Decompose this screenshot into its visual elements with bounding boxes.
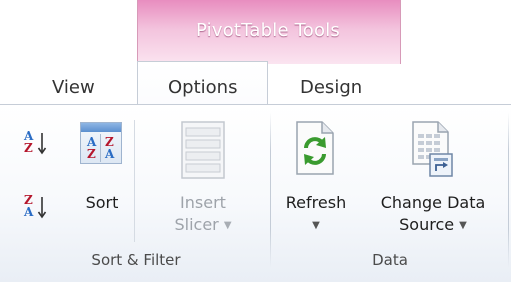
change-data-source-button[interactable]: Change Data Source ▼ — [360, 120, 506, 250]
group-separator — [270, 112, 271, 268]
group-separator — [508, 112, 509, 268]
sort-button[interactable]: A Z Z A Sort — [72, 120, 132, 220]
pivottable-tools-title: PivotTable Tools — [196, 20, 340, 41]
group-label-sort-filter: Sort & Filter — [91, 251, 181, 269]
change-data-source-icon — [412, 121, 453, 177]
sort-a-to-z-button[interactable]: A Z — [22, 126, 52, 160]
sort-z-to-a-icon: Z A — [24, 193, 34, 219]
group-label-data: Data — [372, 251, 408, 269]
dropdown-arrow-icon: ▼ — [312, 220, 320, 231]
refresh-icon — [296, 121, 334, 175]
sort-a-to-z-icon: A Z — [24, 129, 34, 155]
tab-design[interactable]: Design — [300, 77, 362, 98]
change-data-source-label: Change Data Source ▼ — [380, 193, 486, 234]
refresh-button[interactable]: Refresh ▼ — [274, 120, 358, 250]
down-arrow-icon — [37, 133, 47, 155]
down-arrow-icon — [37, 197, 47, 219]
inner-separator — [134, 120, 135, 242]
slicer-icon — [181, 121, 225, 179]
tab-view[interactable]: View — [52, 77, 95, 98]
dropdown-arrow-icon: ▼ — [223, 220, 232, 231]
dropdown-arrow-icon: ▼ — [459, 220, 467, 231]
sort-dialog-icon: A Z Z A — [80, 122, 122, 164]
tab-options[interactable]: Options — [168, 77, 237, 98]
insert-slicer-button[interactable]: Insert Slicer ▼ — [160, 120, 246, 250]
sort-button-label: Sort — [85, 193, 119, 212]
refresh-label: Refresh ▼ — [285, 193, 347, 231]
sort-z-to-a-button[interactable]: Z A — [22, 190, 52, 224]
insert-slicer-label: Insert Slicer ▼ — [174, 193, 232, 234]
